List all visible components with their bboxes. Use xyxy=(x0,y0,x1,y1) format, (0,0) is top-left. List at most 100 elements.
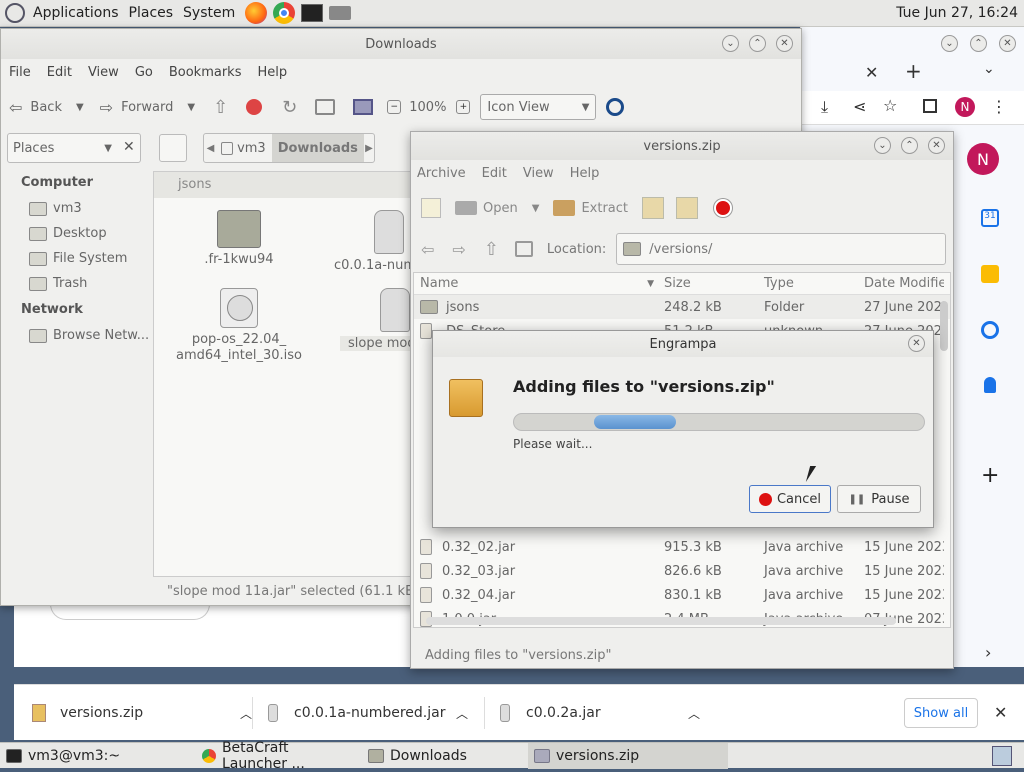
bookmark-star-icon[interactable]: ☆ xyxy=(883,96,897,115)
mate-logo-icon[interactable] xyxy=(5,3,25,23)
menu-edit[interactable]: Edit xyxy=(482,166,507,181)
tab-search-icon[interactable]: ⌄ xyxy=(983,61,995,77)
menu-view[interactable]: View xyxy=(523,166,554,181)
zoom-out-icon[interactable]: − xyxy=(387,100,402,114)
next-chevron-icon[interactable]: › xyxy=(985,643,991,662)
back-dropdown-icon[interactable]: ▼ xyxy=(76,102,84,113)
table-row[interactable]: 0.32_02.jar 915.3 kB Java archive 15 Jun… xyxy=(414,535,950,559)
sidebar-item-trash[interactable]: Trash xyxy=(1,271,151,296)
menu-help[interactable]: Help xyxy=(570,166,600,181)
dialog-titlebar[interactable]: Engrampa ✕ xyxy=(433,331,933,357)
pause-button[interactable]: ❚❚ Pause xyxy=(837,485,921,513)
path-vm3[interactable]: vm3 xyxy=(237,141,266,156)
chrome-minimize-icon[interactable]: ⌄ xyxy=(941,35,958,52)
table-row[interactable]: 0.32_04.jar 830.1 kB Java archive 15 Jun… xyxy=(414,583,950,607)
menu-help[interactable]: Help xyxy=(257,65,287,80)
show-all-button[interactable]: Show all xyxy=(904,698,978,728)
search-icon[interactable] xyxy=(606,98,625,116)
location-toggle-icon[interactable] xyxy=(159,134,187,162)
file-item[interactable]: pop-os_22.04_ amd64_intel_30.iso xyxy=(174,288,304,364)
menu-file[interactable]: File xyxy=(9,65,31,80)
column-type[interactable]: Type xyxy=(764,276,864,291)
tasks-icon[interactable] xyxy=(981,321,999,339)
close-icon[interactable]: ✕ xyxy=(776,35,793,52)
menu-edit[interactable]: Edit xyxy=(47,65,72,80)
open-button[interactable]: Open ▼ xyxy=(455,201,539,216)
side-panel-icon[interactable] xyxy=(923,99,937,113)
chrome-icon[interactable] xyxy=(273,2,296,24)
path-left-icon[interactable]: ◀ xyxy=(204,143,217,154)
applications-menu[interactable]: Applications xyxy=(33,5,119,21)
download-options-icon[interactable]: ︿ xyxy=(688,705,700,722)
add-shortcut-icon[interactable]: + xyxy=(981,463,999,488)
task-terminal[interactable]: vm3@vm3:~ xyxy=(0,743,196,769)
menu-go[interactable]: Go xyxy=(135,65,153,80)
task-downloads[interactable]: Downloads xyxy=(362,743,528,769)
close-downloads-icon[interactable]: ✕ xyxy=(994,703,1007,722)
location-input[interactable]: /versions/ xyxy=(616,233,946,265)
path-right-icon[interactable]: ▶ xyxy=(364,143,374,154)
sidebar-item-desktop[interactable]: Desktop xyxy=(1,221,151,246)
back-button[interactable]: ⇦ Back ▼ xyxy=(9,98,84,117)
sidebar-item-network[interactable]: Browse Netw... xyxy=(1,323,151,348)
close-sidebar-icon[interactable]: ✕ xyxy=(123,139,135,155)
download-options-icon[interactable]: ︿ xyxy=(456,705,468,722)
view-select[interactable]: Icon View ▼ xyxy=(480,94,597,120)
menu-archive[interactable]: Archive xyxy=(417,166,466,181)
profile-avatar[interactable]: N xyxy=(955,97,975,117)
chrome-menu-icon[interactable]: ⋮ xyxy=(991,97,1007,116)
vertical-scrollbar[interactable] xyxy=(940,301,948,351)
system-menu[interactable]: System xyxy=(183,5,235,21)
cancel-button[interactable]: Cancel xyxy=(749,485,831,513)
archive-minimize-icon[interactable]: ⌄ xyxy=(874,137,891,154)
dialog-close-icon[interactable]: ✕ xyxy=(908,335,925,352)
stop-icon[interactable] xyxy=(246,99,263,115)
chrome-maximize-icon[interactable]: ⌃ xyxy=(970,35,987,52)
sidebar-select[interactable]: Places ▼ xyxy=(7,133,141,163)
chrome-close-icon[interactable]: ✕ xyxy=(999,35,1016,52)
clock[interactable]: Tue Jun 27, 16:24 xyxy=(896,5,1018,21)
horizontal-scrollbar[interactable] xyxy=(426,617,896,625)
task-betacraft[interactable]: BetaCraft Launcher ... xyxy=(196,740,362,772)
download-item[interactable]: c0.0.1a-numbered.jar ︿ xyxy=(268,685,468,741)
column-date[interactable]: Date Modifie xyxy=(864,276,944,291)
file-item[interactable]: slope mod xyxy=(340,288,420,351)
archive-forward-icon[interactable]: ⇨ xyxy=(452,240,465,259)
column-name[interactable]: Name ▼ xyxy=(414,276,664,291)
download-item[interactable]: versions.zip ︿ xyxy=(32,685,252,741)
archive-up-icon[interactable]: ⇧ xyxy=(484,239,499,260)
contacts-icon[interactable] xyxy=(984,377,996,393)
open-dropdown-icon[interactable]: ▼ xyxy=(532,203,540,214)
menu-bookmarks[interactable]: Bookmarks xyxy=(169,65,242,80)
new-tab-icon[interactable]: + xyxy=(905,59,922,83)
keep-icon[interactable] xyxy=(981,265,999,283)
terminal-icon[interactable] xyxy=(301,4,324,22)
firefox-icon[interactable] xyxy=(245,2,268,24)
minimize-icon[interactable]: ⌄ xyxy=(722,35,739,52)
up-icon[interactable]: ⇧ xyxy=(213,97,228,118)
path-downloads[interactable]: Downloads xyxy=(271,134,364,162)
stop-icon[interactable] xyxy=(714,199,732,217)
column-size[interactable]: Size xyxy=(664,276,764,291)
forward-button[interactable]: ⇨ Forward ▼ xyxy=(100,98,195,117)
table-row[interactable]: jsons 248.2 kB Folder 27 June 2023 xyxy=(414,295,950,319)
places-menu[interactable]: Places xyxy=(129,5,174,21)
download-options-icon[interactable]: ︿ xyxy=(240,705,252,722)
share-icon[interactable]: ⋖ xyxy=(853,97,866,116)
download-item[interactable]: c0.0.2a.jar ︿ xyxy=(500,685,700,741)
extract-button[interactable]: Extract xyxy=(553,200,628,216)
sidebar-item-vm3[interactable]: vm3 xyxy=(1,196,151,221)
archive-home-icon[interactable] xyxy=(514,241,533,257)
sidebar-item-filesystem[interactable]: File System xyxy=(1,246,151,271)
menu-view[interactable]: View xyxy=(88,65,119,80)
zoom-in-icon[interactable]: + xyxy=(456,100,471,114)
archive-titlebar[interactable]: versions.zip ⌄ ⌃ ✕ xyxy=(411,132,953,160)
tab-close-icon[interactable]: ✕ xyxy=(865,63,878,82)
add-folder-icon[interactable] xyxy=(676,197,698,219)
new-archive-icon[interactable] xyxy=(421,198,441,218)
calendar-icon[interactable]: 31 xyxy=(981,209,999,227)
download-icon[interactable]: ⤓ xyxy=(821,97,828,117)
forward-dropdown-icon[interactable]: ▼ xyxy=(187,102,195,113)
archive-back-icon[interactable]: ⇦ xyxy=(421,240,434,259)
vm-icon[interactable] xyxy=(329,6,352,20)
